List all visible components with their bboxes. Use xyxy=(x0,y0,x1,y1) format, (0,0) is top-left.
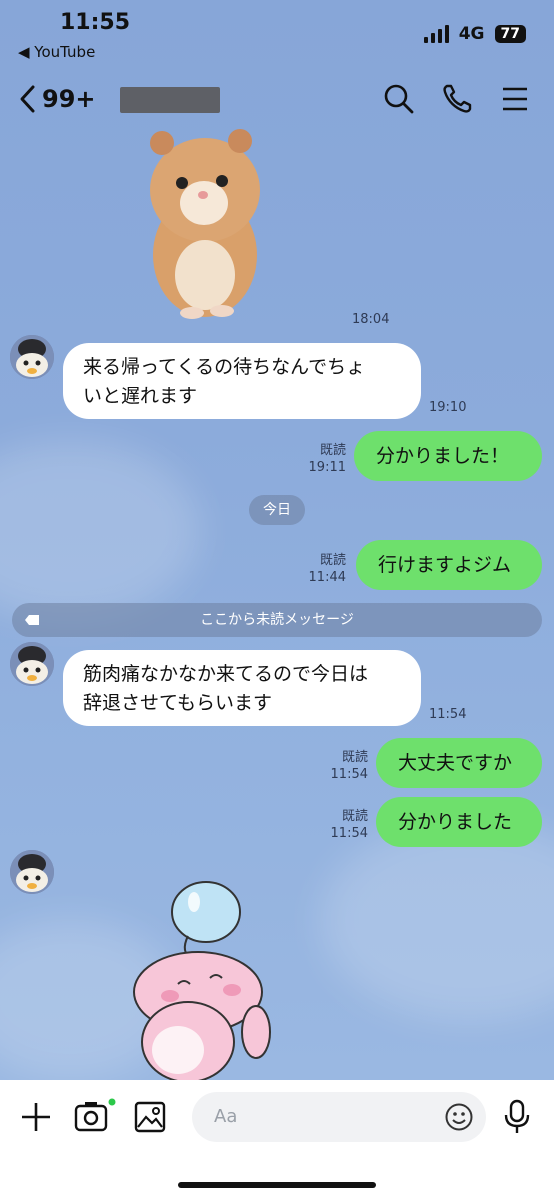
message-time: 11:54 xyxy=(429,707,467,722)
avatar[interactable] xyxy=(10,642,54,686)
message-time: 11:54 xyxy=(330,767,368,782)
read-label: 既読 xyxy=(341,750,368,765)
status-indicators: 4G 77 xyxy=(423,24,526,44)
read-receipt: 既読 11:54 xyxy=(322,808,368,842)
message-time: 11:44 xyxy=(308,570,346,585)
search-icon[interactable] xyxy=(382,82,416,116)
image-icon[interactable] xyxy=(134,1101,166,1133)
chat-name-redacted xyxy=(120,87,220,113)
seal-sticker[interactable] xyxy=(118,872,298,1080)
back-button[interactable]: 99+ xyxy=(18,84,96,114)
incoming-message[interactable]: 来る帰ってくるの待ちなんでちょ いと遅れます xyxy=(63,343,421,419)
tag-icon xyxy=(25,615,39,625)
outgoing-message[interactable]: 分かりました xyxy=(376,797,542,847)
unread-separator: ここから未読メッセージ xyxy=(12,603,542,637)
input-placeholder: Aa xyxy=(214,1106,238,1127)
emoji-icon[interactable] xyxy=(444,1102,474,1132)
outgoing-message[interactable]: 分かりました！ xyxy=(354,431,542,481)
home-indicator xyxy=(178,1182,376,1188)
avatar-character-icon xyxy=(10,850,54,894)
unread-count: 99+ xyxy=(42,85,96,113)
avatar-character-icon xyxy=(10,642,54,686)
read-receipt: 既読 11:44 xyxy=(300,552,346,586)
message-time: 19:11 xyxy=(308,460,346,475)
microphone-icon[interactable] xyxy=(503,1099,531,1135)
outgoing-message[interactable]: 大丈夫ですか xyxy=(376,738,542,788)
battery-icon: 77 xyxy=(494,25,526,43)
outgoing-message[interactable]: 行けますよジム xyxy=(356,540,542,590)
network-type: 4G xyxy=(458,24,485,44)
read-label: 既読 xyxy=(341,809,368,824)
back-to-app-link[interactable]: ◀ YouTube xyxy=(18,43,95,61)
menu-icon[interactable] xyxy=(498,82,532,116)
avatar-character-icon xyxy=(10,335,54,379)
read-receipt: 既読 19:11 xyxy=(300,442,346,476)
message-time: 19:10 xyxy=(429,400,467,415)
unread-separator-label: ここから未読メッセージ xyxy=(200,612,354,628)
message-input[interactable]: Aa xyxy=(192,1092,486,1142)
phone-icon[interactable] xyxy=(440,82,474,116)
read-receipt: 既読 11:54 xyxy=(322,749,368,783)
message-time: 18:04 xyxy=(352,312,390,327)
read-label: 既読 xyxy=(319,553,346,568)
signal-icon xyxy=(423,25,449,43)
hamster-sticker[interactable] xyxy=(140,125,270,320)
status-time: 11:55 xyxy=(60,10,131,35)
read-label: 既読 xyxy=(319,443,346,458)
date-separator: 今日 xyxy=(249,495,305,525)
incoming-message[interactable]: 筋肉痛なかなか来てるので今日は 辞退させてもらいます xyxy=(63,650,421,726)
chevron-left-icon xyxy=(20,85,35,113)
plus-icon[interactable] xyxy=(20,1101,52,1133)
message-time: 11:54 xyxy=(330,826,368,841)
avatar[interactable] xyxy=(10,850,54,894)
avatar[interactable] xyxy=(10,335,54,379)
camera-icon[interactable] xyxy=(74,1098,118,1136)
